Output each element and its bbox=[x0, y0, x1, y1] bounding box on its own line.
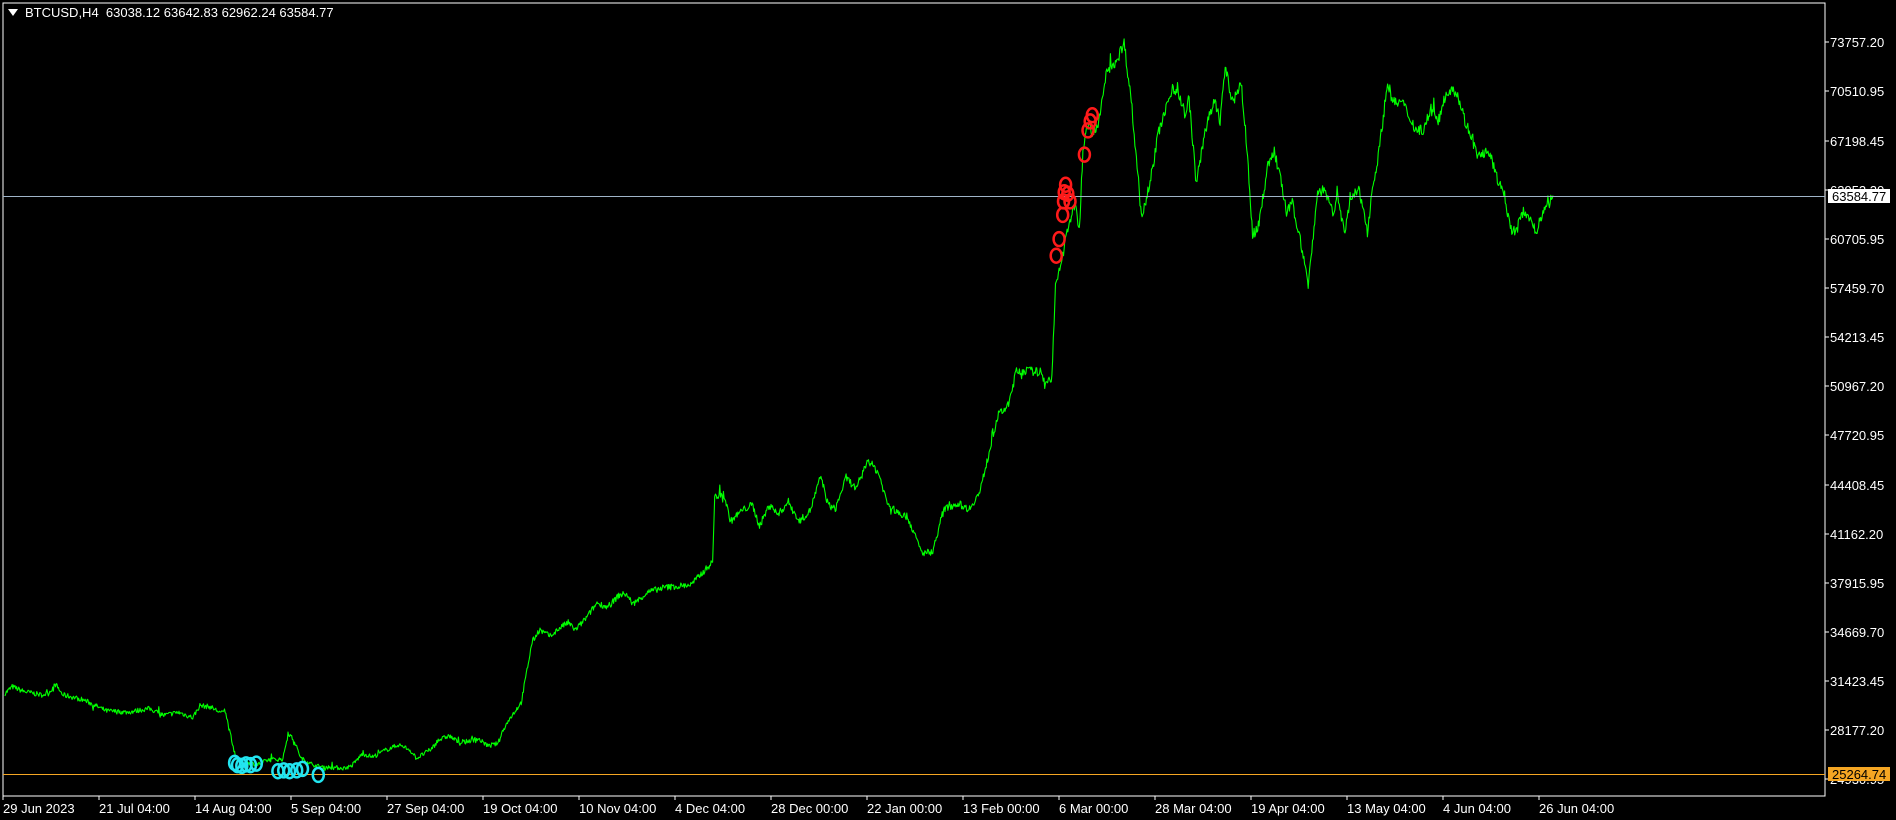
y-tick-label: 31423.45 bbox=[1830, 674, 1884, 689]
x-tick-label: 19 Oct 04:00 bbox=[483, 801, 557, 816]
sell-signal-marker bbox=[1052, 230, 1066, 248]
y-tick-label: 34669.70 bbox=[1830, 625, 1884, 640]
sell-signal-marker-ring bbox=[1077, 146, 1092, 163]
sell-signal-marker-ring bbox=[1055, 206, 1070, 224]
y-tick-label: 28177.20 bbox=[1830, 723, 1884, 738]
x-tick-label: 29 Jun 2023 bbox=[3, 801, 75, 816]
sell-signal-marker bbox=[1049, 247, 1063, 264]
x-tick-label: 6 Mar 00:00 bbox=[1059, 801, 1128, 816]
triangle-down-icon[interactable] bbox=[8, 8, 18, 16]
y-tick-label: 57459.70 bbox=[1830, 281, 1884, 296]
sell-signal-marker bbox=[1055, 206, 1070, 224]
y-tick-label: 47720.95 bbox=[1830, 428, 1884, 443]
y-tick-label: 50967.20 bbox=[1830, 379, 1884, 394]
sell-signal-marker-ring bbox=[1049, 247, 1063, 264]
x-tick-label: 27 Sep 04:00 bbox=[387, 801, 464, 816]
x-tick-label: 28 Mar 04:00 bbox=[1155, 801, 1232, 816]
chart-header: BTCUSD,H4 63038.12 63642.83 62962.24 635… bbox=[6, 4, 334, 20]
x-tick-label: 4 Dec 04:00 bbox=[675, 801, 745, 816]
y-tick-label: 41162.20 bbox=[1830, 527, 1883, 542]
level-label: 25264.74 bbox=[1832, 767, 1886, 782]
x-tick-label: 21 Jul 04:00 bbox=[99, 801, 170, 816]
sell-signal-marker-ring bbox=[1052, 230, 1066, 248]
ohlc-values: 63038.12 63642.83 62962.24 63584.77 bbox=[105, 4, 334, 20]
x-tick-label: 13 Feb 00:00 bbox=[963, 801, 1040, 816]
price-series-line bbox=[4, 38, 1554, 772]
y-tick-label: 73757.20 bbox=[1830, 35, 1884, 50]
x-tick-label: 5 Sep 04:00 bbox=[291, 801, 361, 816]
x-tick-label: 10 Nov 04:00 bbox=[579, 801, 656, 816]
y-tick-label: 54213.45 bbox=[1830, 330, 1884, 345]
y-tick-label: 70510.95 bbox=[1830, 84, 1884, 99]
x-tick-label: 4 Jun 04:00 bbox=[1443, 801, 1511, 816]
x-tick-label: 13 May 04:00 bbox=[1347, 801, 1426, 816]
plot-frame bbox=[2, 2, 1826, 797]
x-tick-label: 22 Jan 00:00 bbox=[867, 801, 942, 816]
x-tick-label: 19 Apr 04:00 bbox=[1251, 801, 1325, 816]
y-tick-label: 60705.95 bbox=[1830, 232, 1884, 247]
current-price-label: 63584.77 bbox=[1832, 189, 1886, 204]
x-tick-label: 28 Dec 00:00 bbox=[771, 801, 848, 816]
x-tick-label: 26 Jun 04:00 bbox=[1539, 801, 1614, 816]
y-tick-label: 67198.45 bbox=[1830, 134, 1884, 149]
y-tick-label: 37915.95 bbox=[1830, 576, 1884, 591]
y-tick-label: 44408.45 bbox=[1830, 478, 1884, 493]
sell-signal-marker bbox=[1077, 146, 1092, 163]
x-tick-label: 14 Aug 04:00 bbox=[195, 801, 272, 816]
price-chart[interactable]: 73757.2070510.9567198.4563952.2060705.95… bbox=[0, 0, 1896, 820]
symbol-label: BTCUSD,H4 bbox=[25, 4, 99, 20]
